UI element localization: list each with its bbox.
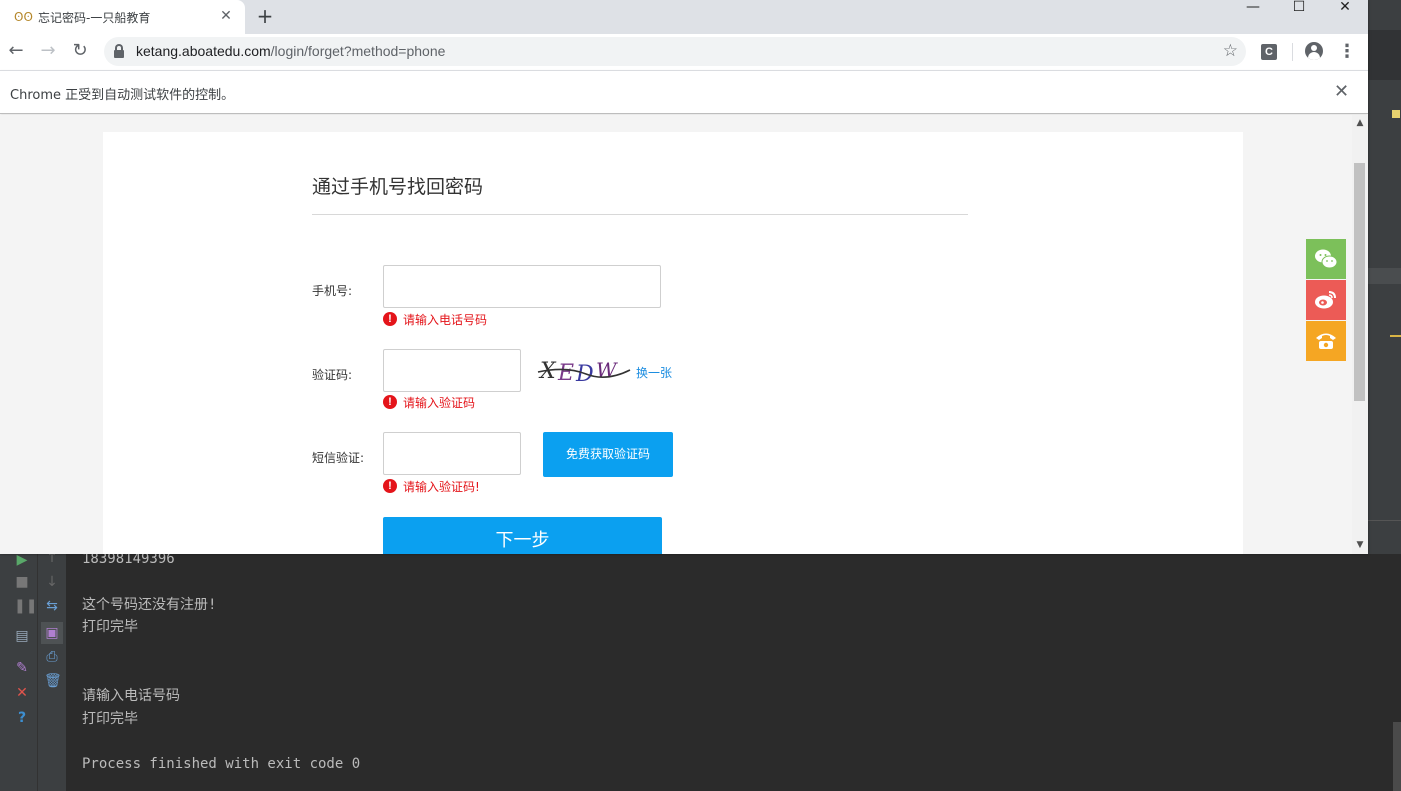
chrome-menu-icon[interactable]: ⋮ — [1338, 42, 1356, 62]
weibo-button[interactable] — [1306, 280, 1346, 320]
captcha-label: 验证码: — [312, 368, 353, 382]
console-scrollbar[interactable] — [1393, 722, 1401, 791]
weibo-icon — [1315, 291, 1336, 309]
ide-panel-header — [1368, 520, 1401, 544]
trash-icon[interactable]: 🗑 — [44, 673, 62, 689]
captcha-char: E — [557, 361, 574, 386]
tab-strip: ʘʘ 忘记密码-一只船教育 ✕ + — ☐ ✕ — [0, 0, 1368, 34]
error-icon: ! — [383, 312, 397, 326]
pin-tab-icon[interactable]: ✎ — [14, 660, 30, 676]
captcha-input[interactable] — [383, 349, 521, 392]
window-close-icon[interactable]: ✕ — [1322, 0, 1368, 14]
console-line: Process finished with exit code 0 — [82, 756, 361, 773]
stop-icon[interactable]: ■ — [14, 574, 30, 590]
scroll-to-end-icon[interactable]: ▣ — [41, 622, 63, 644]
minimize-icon[interactable]: — — [1230, 0, 1276, 14]
extension-icon[interactable]: C — [1261, 44, 1277, 60]
page-title: 通过手机号找回密码 — [312, 176, 484, 198]
site-favicon-icon: ʘʘ — [14, 10, 33, 24]
ide-run-console: ▶ ■ ❚❚ ▤ ✎ ✕ ? ↑ ↓ ⇆ ▣ ⎙ 🗑 18398149396 这个… — [0, 550, 1401, 791]
scroll-down-icon[interactable]: ↓ — [44, 574, 60, 590]
phone-error-text: 请输入电话号码 — [403, 312, 488, 327]
ide-left-edge — [0, 554, 8, 791]
console-line: 这个号码还没有注册! — [82, 596, 217, 613]
captcha-image[interactable]: X E D W — [536, 352, 632, 386]
toolbar-separator — [1292, 43, 1293, 61]
maximize-icon[interactable]: ☐ — [1276, 0, 1322, 14]
bookmark-star-icon[interactable]: ☆ — [1223, 42, 1238, 60]
scroll-up-arrow-icon[interactable]: ▲ — [1355, 118, 1365, 128]
title-divider — [312, 214, 968, 215]
phone-call-button[interactable] — [1306, 321, 1346, 361]
console-line: 打印完毕 — [82, 619, 138, 636]
captcha-error: ! 请输入验证码 — [383, 394, 475, 410]
wechat-icon — [1315, 249, 1338, 269]
browser-toolbar: ← → ↻ ketang.aboatedu.com/login/forget?m… — [0, 34, 1368, 70]
dump-threads-icon[interactable]: ▤ — [14, 628, 30, 644]
captcha-error-text: 请输入验证码 — [403, 395, 476, 410]
send-sms-button[interactable]: 免费获取验证码 — [543, 432, 673, 477]
next-step-button[interactable]: 下一步 — [383, 517, 662, 554]
forward-icon[interactable]: → — [37, 40, 59, 62]
automation-infobar: Chrome 正受到自动测试软件的控制。 ✕ — [0, 70, 1368, 114]
captcha-refresh-link[interactable]: 换一张 — [636, 364, 672, 381]
ide-highlight-band — [1368, 268, 1401, 284]
page-viewport: 通过手机号找回密码 手机号: ! 请输入电话号码 验证码: X E D W 换一… — [0, 115, 1352, 554]
console-line: 打印完毕 — [82, 710, 138, 727]
telephone-icon — [1316, 333, 1336, 349]
page-scrollbar[interactable]: ▲ ▼ — [1352, 115, 1368, 554]
pause-icon[interactable]: ❚❚ — [14, 598, 37, 614]
reload-icon[interactable]: ↻ — [69, 40, 91, 62]
console-toolbar: ↑ ↓ ⇆ ▣ ⎙ 🗑 — [38, 550, 67, 791]
help-icon[interactable]: ? — [14, 710, 30, 726]
floating-social-bar — [1306, 239, 1346, 362]
reset-form-card: 通过手机号找回密码 手机号: ! 请输入电话号码 验证码: X E D W 换一… — [103, 132, 1243, 554]
scroll-thumb[interactable] — [1354, 163, 1365, 401]
sms-code-input[interactable] — [383, 432, 521, 475]
infobar-message: Chrome 正受到自动测试软件的控制。 — [10, 88, 235, 103]
phone-label: 手机号: — [312, 284, 353, 298]
address-bar[interactable]: ketang.aboatedu.com/login/forget?method=… — [104, 37, 1246, 66]
tab-close-icon[interactable]: ✕ — [218, 8, 234, 24]
print-icon[interactable]: ⎙ — [44, 649, 60, 665]
ide-scroll-marker — [1390, 335, 1401, 337]
tab-forget-password[interactable]: ʘʘ 忘记密码-一只船教育 ✕ — [0, 0, 245, 34]
profile-avatar-icon[interactable] — [1305, 42, 1323, 60]
chrome-window: ʘʘ 忘记密码-一只船教育 ✕ + — ☐ ✕ ← → ↻ ketang.abo… — [0, 0, 1368, 554]
url-text[interactable]: ketang.aboatedu.com/login/forget?method=… — [136, 43, 445, 59]
lock-icon[interactable] — [114, 44, 124, 58]
new-tab-icon[interactable]: + — [255, 5, 275, 27]
console-line: 请输入电话号码 — [82, 687, 180, 704]
ide-bookmark-marker — [1392, 110, 1400, 118]
close-run-icon[interactable]: ✕ — [14, 685, 30, 701]
infobar-close-icon[interactable]: ✕ — [1334, 82, 1349, 102]
console-output: 18398149396 这个号码还没有注册! 打印完毕 请输入电话号码 打印完毕 Proc… — [82, 548, 360, 776]
soft-wrap-icon[interactable]: ⇆ — [44, 598, 60, 614]
rerun-icon[interactable]: ▶ — [14, 552, 30, 568]
run-toolbar: ▶ ■ ❚❚ ▤ ✎ ✕ ? — [8, 552, 38, 791]
captcha-char: W — [596, 358, 618, 382]
sms-error: ! 请输入验证码! — [383, 478, 480, 494]
phone-input[interactable] — [383, 265, 661, 308]
ide-toolbar-area — [1368, 30, 1401, 80]
sms-label: 短信验证: — [312, 451, 365, 465]
tab-title: 忘记密码-一只船教育 — [38, 11, 151, 25]
error-icon: ! — [383, 479, 397, 493]
wechat-button[interactable] — [1306, 239, 1346, 279]
phone-error: ! 请输入电话号码 — [383, 311, 487, 327]
scroll-down-arrow-icon[interactable]: ▼ — [1355, 540, 1365, 550]
back-icon[interactable]: ← — [5, 40, 27, 62]
ide-right-strip — [1368, 0, 1401, 555]
error-icon: ! — [383, 395, 397, 409]
sms-error-text: 请输入验证码! — [403, 479, 480, 494]
